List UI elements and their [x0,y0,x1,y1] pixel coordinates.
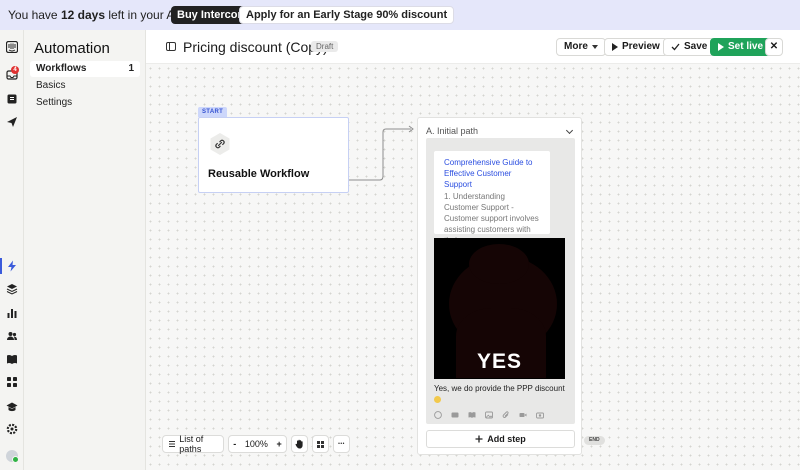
attachment-icon[interactable] [502,411,510,418]
arrange-button[interactable] [312,435,329,453]
zoom-level: 100% [244,439,268,449]
workflows-count: 1 [128,63,134,74]
subnav-item-workflows[interactable]: Workflows 1 [30,61,140,77]
gif-caption: YES [476,350,523,373]
article-icon[interactable] [468,411,476,418]
editor-header: Pricing discount (Copy) Draft More Previ… [146,30,800,64]
active-indicator [0,258,2,274]
set-live-button[interactable]: Set live [710,38,772,56]
gif-icon[interactable] [451,411,459,418]
list-icon [169,441,176,447]
section-title: Automation [34,40,110,57]
workflow-title[interactable]: Pricing discount (Copy) [183,39,328,55]
reply-text: Yes, we do provide the PPP discount [434,383,569,405]
video-icon[interactable] [519,411,527,418]
path-card[interactable]: A. Initial path Comprehensive Guide to E… [417,117,582,455]
article-card[interactable]: Comprehensive Guide to Effective Custome… [434,151,550,245]
early-stage-discount-button[interactable]: Apply for an Early Stage 90% discount [239,6,455,24]
subnav-item-basics[interactable]: Basics [30,78,162,94]
article-title: Comprehensive Guide to Effective Custome… [444,158,533,189]
message-area: Comprehensive Guide to Effective Custome… [426,138,575,424]
automation-subnav: Automation Workflows 1 Basics Settings [24,30,146,470]
close-button[interactable]: ✕ [765,38,783,56]
chevron-down-icon [591,45,598,49]
link-icon [210,133,230,155]
close-icon: ✕ [769,41,779,52]
more-options-button[interactable]: ••• [333,435,350,453]
more-icon: ••• [338,441,345,447]
zoom-controls: - 100% + [228,435,287,453]
save-button[interactable]: Save [663,38,716,56]
toggle-panel-icon[interactable] [166,42,176,51]
outbound-icon[interactable] [5,115,19,129]
automation-icon[interactable] [5,259,19,273]
pan-tool-button[interactable] [291,435,308,453]
emoji-icon [434,396,441,403]
list-of-paths-label: List of paths [179,434,204,454]
grid-icon [317,440,324,448]
apps-icon[interactable] [5,375,19,389]
intercom-logo-icon[interactable] [5,40,19,54]
zoom-out-button[interactable]: - [233,439,236,449]
image-icon[interactable] [485,411,493,419]
app-rail: 4 [0,30,24,470]
academy-icon[interactable] [5,400,19,414]
reports-icon[interactable] [5,306,19,320]
subnav-item-settings[interactable]: Settings [30,95,162,111]
end-tag: END [584,436,605,445]
start-node[interactable]: Reusable Workflow [198,117,349,193]
knowledge-icon[interactable] [5,92,19,106]
settings-icon[interactable] [5,422,19,436]
gif-image: YES [434,238,565,379]
inbox-badge: 4 [11,66,19,74]
user-avatar[interactable] [6,450,19,463]
contacts-icon[interactable] [5,329,19,343]
emoji-picker-icon[interactable] [434,411,442,419]
list-of-paths-button[interactable]: List of paths [162,434,224,454]
start-node-label: Reusable Workflow [208,168,310,180]
check-icon [671,43,680,51]
chevron-down-icon[interactable] [565,126,574,135]
preview-button[interactable]: Preview [604,38,668,56]
subnav-item-label: Workflows [36,63,87,74]
path-title: A. Initial path [426,126,479,136]
play-icon [612,43,618,51]
composer-toolbar [434,411,544,419]
status-badge: Draft [311,41,339,52]
play-icon [718,43,724,51]
start-tag: START [198,107,228,117]
camera-icon[interactable] [536,411,544,419]
plus-icon [475,435,483,443]
more-button[interactable]: More [556,38,606,56]
add-step-button[interactable]: Add step [426,430,575,448]
zoom-in-button[interactable]: + [276,439,281,449]
layers-icon[interactable] [5,282,19,296]
hand-icon [295,439,303,449]
book-icon[interactable] [5,352,19,366]
